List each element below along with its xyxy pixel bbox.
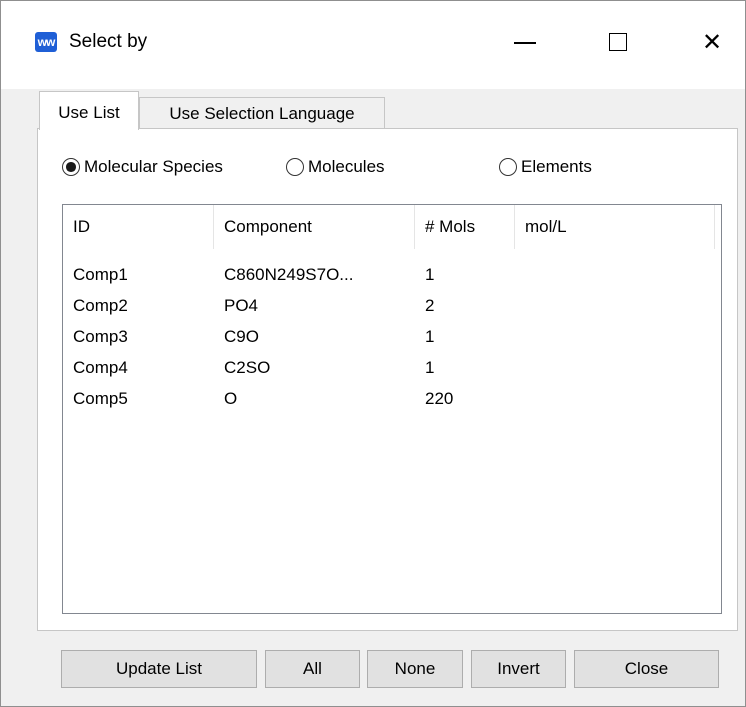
cell-id: Comp1 [73, 265, 128, 284]
cell-component: C2SO [224, 358, 271, 377]
close-icon: ✕ [701, 28, 723, 56]
update-list-button[interactable]: Update List [61, 650, 257, 688]
cell-mol-per-l [515, 290, 715, 321]
radio-unchecked-icon [286, 158, 304, 176]
column-header-mols[interactable]: # Mols [415, 205, 515, 249]
radio-label: Molecules [308, 157, 385, 176]
radio-molecules[interactable]: Molecules [286, 157, 385, 177]
select-by-dialog: ᴡᴡ Select by ✕ Use List Use Selection La… [0, 0, 746, 707]
selection-type-radio-group: Molecular Species Molecules Elements [38, 157, 737, 183]
cell-id: Comp3 [73, 327, 128, 346]
cell-mols: 220 [425, 389, 454, 408]
tab-use-selection-language[interactable]: Use Selection Language [139, 97, 385, 129]
cell-mols: 1 [425, 358, 435, 377]
cell-component: C9O [224, 327, 259, 346]
use-list-panel: Molecular Species Molecules Elements ID … [37, 128, 738, 631]
cell-mol-per-l [515, 259, 715, 290]
radio-label: Molecular Species [84, 157, 223, 176]
minimize-icon [514, 42, 536, 44]
maximize-icon [609, 33, 627, 51]
radio-elements[interactable]: Elements [499, 157, 592, 177]
column-header-mol-per-l[interactable]: mol/L [515, 205, 715, 249]
cell-mol-per-l [515, 321, 715, 352]
cell-mol-per-l [515, 383, 715, 414]
all-button[interactable]: All [265, 650, 360, 688]
table-row[interactable]: Comp5 O 220 [63, 383, 721, 414]
cell-id: Comp4 [73, 358, 128, 377]
component-list[interactable]: ID Component # Mols mol/L Comp1 C860N249… [62, 204, 722, 614]
cell-id: Comp5 [73, 389, 128, 408]
cell-component: C860N249S7O... [224, 265, 354, 284]
cell-component: PO4 [224, 296, 259, 315]
invert-button[interactable]: Invert [471, 650, 566, 688]
table-row[interactable]: Comp1 C860N249S7O... 1 [63, 259, 721, 290]
column-header-id[interactable]: ID [63, 205, 214, 249]
tab-use-list[interactable]: Use List [39, 91, 139, 130]
list-header: ID Component # Mols mol/L [63, 205, 721, 249]
cell-id: Comp2 [73, 296, 128, 315]
none-button[interactable]: None [367, 650, 463, 688]
radio-unchecked-icon [499, 158, 517, 176]
table-row[interactable]: Comp4 C2SO 1 [63, 352, 721, 383]
app-logo-icon: ᴡᴡ [35, 32, 57, 52]
column-header-component[interactable]: Component [214, 205, 415, 249]
maximize-button[interactable] [583, 19, 653, 65]
window-title: Select by [69, 31, 148, 52]
radio-molecular-species[interactable]: Molecular Species [62, 157, 223, 177]
close-window-button[interactable]: ✕ [677, 19, 746, 65]
cell-component: O [224, 389, 238, 408]
radio-label: Elements [521, 157, 592, 176]
cell-mols: 2 [425, 296, 435, 315]
minimize-button[interactable] [490, 19, 560, 65]
title-bar[interactable]: ᴡᴡ Select by ✕ [1, 1, 745, 89]
cell-mols: 1 [425, 265, 435, 284]
cell-mols: 1 [425, 327, 435, 346]
tab-bar: Use List Use Selection Language [1, 89, 745, 130]
close-button[interactable]: Close [574, 650, 719, 688]
table-row[interactable]: Comp3 C9O 1 [63, 321, 721, 352]
table-row[interactable]: Comp2 PO4 2 [63, 290, 721, 321]
radio-checked-icon [62, 158, 80, 176]
cell-mol-per-l [515, 352, 715, 383]
